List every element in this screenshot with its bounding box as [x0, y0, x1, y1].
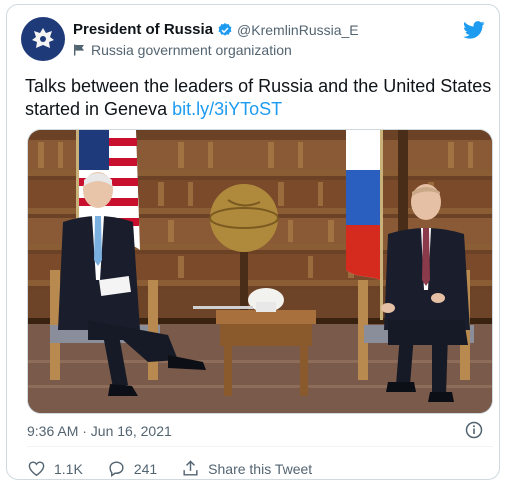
tweet-actions: 1.1K 241 Share this Tweet — [27, 459, 336, 478]
tweet-photo[interactable] — [27, 129, 493, 414]
like-count: 1.1K — [54, 460, 83, 477]
tweet-link[interactable]: bit.ly/3iYToST — [172, 99, 282, 119]
verified-badge-icon — [218, 22, 232, 36]
share-label: Share this Tweet — [208, 460, 313, 477]
tweet-header: President of Russia @KremlinRussia_E Rus… — [21, 17, 487, 63]
tweet-timestamp[interactable]: 9:36 AM · Jun 16, 2021 — [27, 423, 172, 439]
name-row: President of Russia @KremlinRussia_E — [73, 21, 359, 38]
reply-count: 241 — [133, 460, 158, 477]
tweet-card: President of Russia @KremlinRussia_E Rus… — [6, 4, 500, 480]
flag-icon — [74, 44, 84, 56]
share-icon — [183, 460, 198, 476]
heart-icon — [28, 461, 45, 477]
photo-illustration — [28, 130, 492, 413]
russian-emblem-icon — [32, 28, 54, 48]
tweet-text: Talks between the leaders of Russia and … — [25, 75, 495, 121]
reply-icon — [109, 461, 124, 478]
avatar[interactable] — [21, 17, 65, 61]
twitter-bird-icon[interactable] — [463, 21, 485, 39]
like-button[interactable]: 1.1K — [27, 459, 83, 478]
divider — [27, 446, 493, 447]
reply-button[interactable]: 241 — [107, 459, 157, 478]
account-handle[interactable]: @KremlinRussia_E — [237, 22, 359, 38]
org-label: Russia government organization — [91, 42, 292, 58]
government-label: Russia government organization — [73, 42, 292, 58]
info-icon[interactable] — [465, 421, 483, 439]
display-name[interactable]: President of Russia — [73, 21, 213, 38]
share-button[interactable]: Share this Tweet — [181, 459, 312, 478]
